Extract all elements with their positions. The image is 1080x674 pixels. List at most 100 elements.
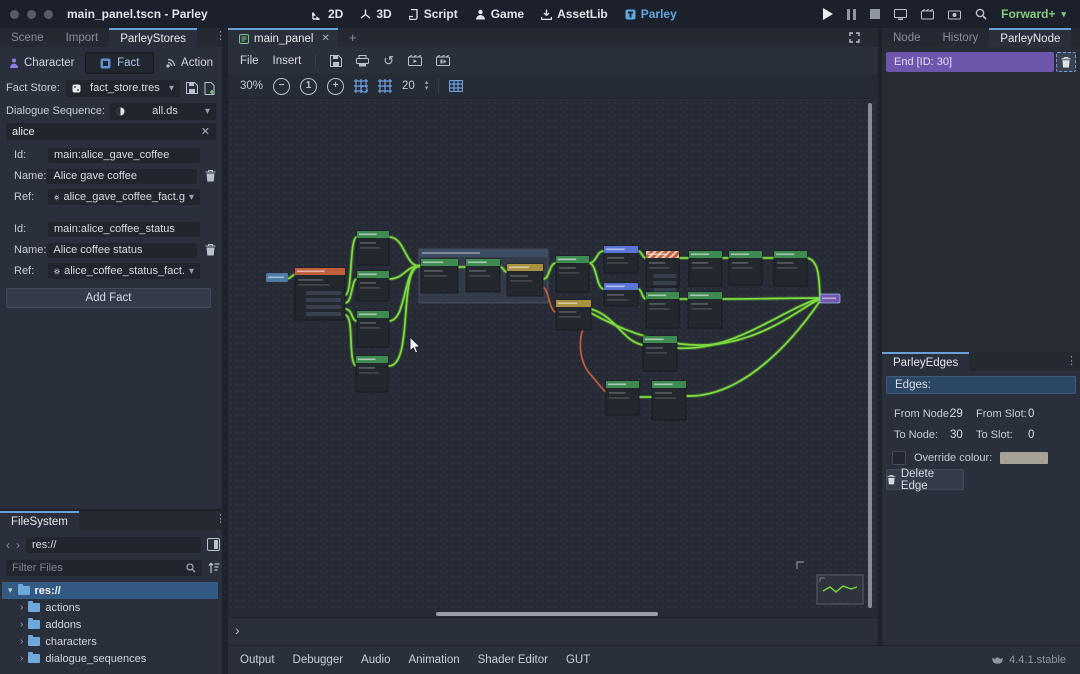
collapse-icon[interactable]: ▾	[8, 585, 13, 596]
tree-item-root[interactable]: ▾ res://	[2, 582, 218, 599]
delete-edge-button[interactable]: Delete Edge	[886, 469, 964, 490]
graph-node-green[interactable]	[688, 292, 722, 328]
grid-size-spinner[interactable]: ▴▾	[425, 80, 429, 92]
tab-parleystores[interactable]: ParleyStores	[109, 28, 197, 47]
left-dock-menu-icon[interactable]: ⋮	[215, 31, 226, 41]
window-controls[interactable]	[10, 10, 53, 19]
main-screen-3d[interactable]: 3D	[360, 7, 391, 21]
fact-type-button[interactable]: Fact	[85, 52, 154, 74]
zoom-out-button[interactable]: −	[273, 78, 290, 95]
graph-node-green[interactable]	[606, 381, 639, 415]
pause-button[interactable]	[847, 9, 856, 20]
movie-record-button[interactable]	[948, 9, 961, 20]
fact-ref-dropdown[interactable]: alice_coffee_status_fact. ▾	[48, 263, 200, 279]
save-button[interactable]	[330, 55, 342, 67]
graph-hscrollbar-thumb[interactable]	[436, 612, 658, 616]
graph-node-blue[interactable]	[604, 246, 638, 273]
clear-search-icon[interactable]: ✕	[201, 125, 210, 138]
fact-name-input[interactable]: Alice gave coffee	[47, 169, 197, 184]
graph-node-green[interactable]	[774, 251, 807, 286]
grid-toggle-button[interactable]	[378, 79, 392, 93]
bottom-tab-debugger[interactable]: Debugger	[293, 654, 344, 666]
window-minimize-icon[interactable]	[27, 10, 36, 19]
instance-inspect-button[interactable]	[975, 8, 987, 20]
main-screen-parley[interactable]: Parley	[625, 7, 677, 21]
graph-node-yellow[interactable]	[556, 300, 591, 330]
graph-node-green[interactable]	[356, 356, 388, 392]
graph-node-orange[interactable]	[295, 268, 345, 320]
graph-node-green[interactable]	[357, 311, 389, 347]
bottom-tab-shader-editor[interactable]: Shader Editor	[478, 654, 548, 666]
stop-button[interactable]	[870, 9, 880, 19]
path-field[interactable]: res://	[26, 537, 201, 553]
graph-node-green[interactable]	[729, 251, 762, 285]
tab-scene[interactable]: Scene	[0, 28, 55, 47]
fact-id-input[interactable]: main:alice_coffee_status	[48, 222, 200, 237]
minimap-toggle-button[interactable]	[449, 80, 463, 92]
bottom-tab-animation[interactable]: Animation	[408, 654, 459, 666]
snap-toggle-button[interactable]	[354, 79, 368, 93]
window-maximize-icon[interactable]	[44, 10, 53, 19]
graph-edge[interactable]	[722, 298, 820, 299]
tab-import[interactable]: Import	[55, 28, 110, 47]
play-button[interactable]	[822, 8, 833, 20]
bottom-tab-gut[interactable]: GUT	[566, 654, 590, 666]
action-type-button[interactable]: Action	[162, 57, 216, 69]
bottom-panel-expander[interactable]: ›	[235, 622, 240, 638]
tab-parleyedges[interactable]: ParleyEdges	[882, 352, 969, 371]
graph-node-green[interactable]	[689, 251, 722, 286]
graph-canvas[interactable]	[228, 100, 878, 660]
tab-main-panel[interactable]: main_panel ✕	[228, 28, 338, 47]
reset-zoom-button[interactable]: ↺	[383, 54, 394, 67]
graph-node-green[interactable]	[643, 336, 677, 371]
main-screen-assetlib[interactable]: AssetLib	[541, 7, 608, 21]
history-back-icon[interactable]: ‹	[6, 538, 10, 552]
new-fact-store-button[interactable]	[204, 82, 216, 95]
graph-node-blue[interactable]	[604, 283, 638, 306]
window-close-icon[interactable]	[10, 10, 19, 19]
graph-node-orange_striped[interactable]	[646, 251, 679, 292]
tab-parleynode[interactable]: ParleyNode	[989, 28, 1071, 47]
split-mode-button[interactable]	[207, 538, 220, 551]
to-slot-value[interactable]: 0	[1028, 429, 1034, 441]
close-tab-icon[interactable]: ✕	[321, 33, 329, 44]
history-forward-icon[interactable]: ›	[16, 538, 20, 552]
graph-node-green[interactable]	[421, 259, 458, 293]
from-node-value[interactable]: 29	[950, 408, 976, 420]
test-dialogue-from-start-button[interactable]	[436, 55, 450, 66]
expand-icon[interactable]: ›	[20, 619, 23, 630]
graph-node-yellow[interactable]	[507, 264, 543, 296]
tab-history[interactable]: History	[932, 28, 990, 47]
remote-debug-button[interactable]	[894, 9, 907, 20]
fact-search-input[interactable]: alice ✕	[6, 123, 216, 140]
fact-ref-dropdown[interactable]: alice_gave_coffee_fact.g ▾	[48, 189, 200, 205]
graph-node-green[interactable]	[652, 381, 686, 420]
to-node-value[interactable]: 30	[950, 429, 976, 441]
delete-node-button[interactable]	[1056, 52, 1076, 72]
insert-menu[interactable]: Insert	[273, 55, 302, 67]
bottom-tab-audio[interactable]: Audio	[361, 654, 390, 666]
graph-node-start[interactable]	[266, 273, 288, 282]
bottom-tab-output[interactable]: Output	[240, 654, 275, 666]
tab-filesystem[interactable]: FileSystem	[0, 511, 79, 530]
edges-section-header[interactable]: Edges:	[886, 376, 1076, 394]
grid-size-value[interactable]: 20	[402, 80, 415, 92]
add-fact-button[interactable]: Add Fact	[6, 288, 211, 308]
filter-files-input[interactable]: Filter Files	[6, 560, 202, 576]
expand-icon[interactable]: ›	[20, 653, 23, 664]
selected-node-header[interactable]: End [ID: 30]	[886, 52, 1054, 72]
tree-item-addons[interactable]: › addons	[2, 616, 218, 633]
graph-edge[interactable]	[389, 237, 419, 266]
expand-panel-icon[interactable]	[849, 32, 860, 43]
sort-files-button[interactable]	[208, 562, 220, 574]
graph-node-green[interactable]	[466, 259, 500, 292]
graph-node-green[interactable]	[646, 292, 679, 328]
delete-fact-button[interactable]	[205, 170, 216, 182]
renderer-dropdown[interactable]: Forward+ ▾	[1001, 7, 1066, 21]
tree-item-characters[interactable]: › characters	[2, 633, 218, 650]
graph-node-green[interactable]	[357, 231, 389, 265]
test-dialogue-button[interactable]	[408, 55, 422, 66]
edges-menu-icon[interactable]: ⋮	[1066, 356, 1077, 371]
tree-item-actions[interactable]: › actions	[2, 599, 218, 616]
tab-node[interactable]: Node	[882, 28, 932, 47]
